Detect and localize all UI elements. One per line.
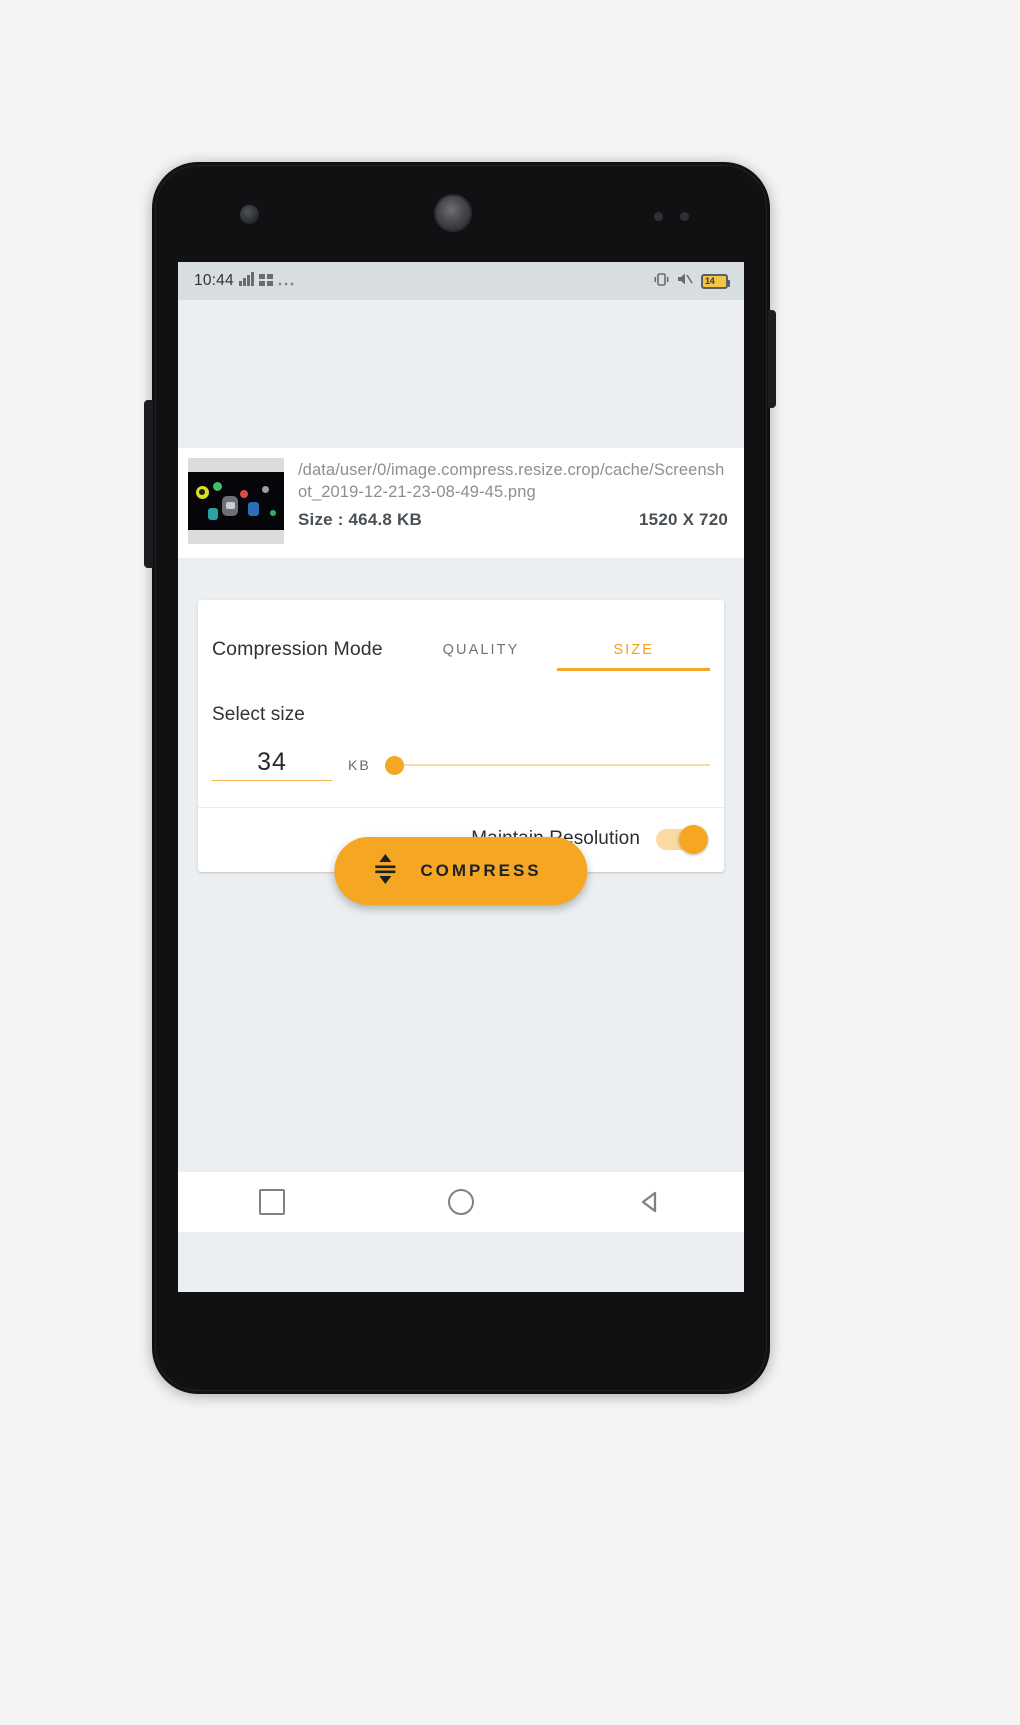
file-meta-row: Size : 464.8 KB 1520 X 720 [298, 510, 728, 530]
status-bar: 10:44 14 [178, 262, 744, 300]
network-icon [258, 273, 273, 290]
battery-icon: 14 [701, 273, 730, 289]
thumbnail-preview [188, 472, 284, 530]
status-bar-left: 10:44 [194, 272, 294, 290]
maintain-resolution-toggle[interactable] [656, 824, 708, 854]
thumb-dot-3 [213, 482, 222, 491]
tab-quality[interactable]: QUALITY [405, 642, 558, 671]
status-time: 10:44 [194, 272, 234, 289]
select-size-label: Select size [212, 704, 305, 725]
thumb-dot-6 [240, 490, 248, 498]
power-button[interactable] [768, 310, 776, 408]
file-resolution-label: 1520 X 720 [639, 509, 728, 529]
thumb-shape-5 [226, 502, 235, 509]
vibrate-icon [654, 272, 669, 291]
earpiece-speaker [434, 194, 472, 232]
compress-button[interactable]: COMPRESS [334, 837, 588, 905]
compress-icon [372, 853, 398, 889]
app-content: /data/user/0/image.compress.resize.crop/… [178, 300, 744, 1232]
thumb-dot-2 [199, 489, 205, 495]
back-triangle-icon[interactable] [637, 1189, 663, 1215]
thumb-shape-8 [208, 508, 218, 520]
compression-mode-row: Compression Mode QUALITY SIZE [198, 600, 724, 671]
thumb-dot-9 [262, 486, 269, 493]
proximity-sensor-icon [654, 212, 663, 221]
size-unit-label: KB [348, 756, 371, 773]
phone-frame: 10:44 14 /data/user/0/image.compress.res… [144, 162, 776, 1394]
file-path-text: /data/user/0/image.compress.resize.crop/… [298, 461, 725, 501]
compression-mode-label: Compression Mode [212, 638, 383, 660]
toggle-knob [679, 824, 708, 854]
tab-size[interactable]: SIZE [557, 642, 710, 671]
volume-button[interactable] [144, 400, 153, 568]
size-input-row: 34 KB [198, 726, 724, 781]
size-input-value: 34 [257, 748, 287, 776]
top-spacer [178, 300, 744, 448]
signal-icon [238, 272, 254, 290]
size-slider[interactable] [384, 754, 710, 776]
android-nav-bar [178, 1172, 744, 1232]
front-camera-icon [240, 205, 259, 224]
phone-top-bezel [152, 162, 770, 258]
file-info-column: /data/user/0/image.compress.resize.crop/… [298, 458, 728, 544]
slider-track [394, 763, 710, 766]
home-circle-icon[interactable] [447, 1189, 474, 1215]
compression-card: Compression Mode QUALITY SIZE Select siz… [198, 600, 724, 905]
compress-button-label: COMPRESS [420, 861, 542, 880]
thumb-shape-7 [248, 502, 259, 516]
recents-square-icon[interactable] [259, 1189, 286, 1215]
file-info-card: /data/user/0/image.compress.resize.crop/… [178, 448, 744, 558]
thumb-dot-10 [270, 510, 276, 516]
light-sensor-icon [680, 212, 689, 221]
more-icon [278, 273, 294, 290]
battery-level: 14 [705, 275, 715, 286]
mute-icon [677, 272, 693, 290]
image-thumbnail[interactable] [188, 458, 284, 544]
phone-screen: 10:44 14 /data/user/0/image.compress.res… [178, 262, 744, 1292]
slider-thumb[interactable] [384, 755, 404, 775]
size-input-field[interactable]: 34 [212, 748, 332, 781]
file-size-label: Size : 464.8 KB [298, 509, 422, 529]
status-bar-right: 14 [654, 272, 730, 291]
compression-mode-tabs: QUALITY SIZE [405, 642, 710, 671]
